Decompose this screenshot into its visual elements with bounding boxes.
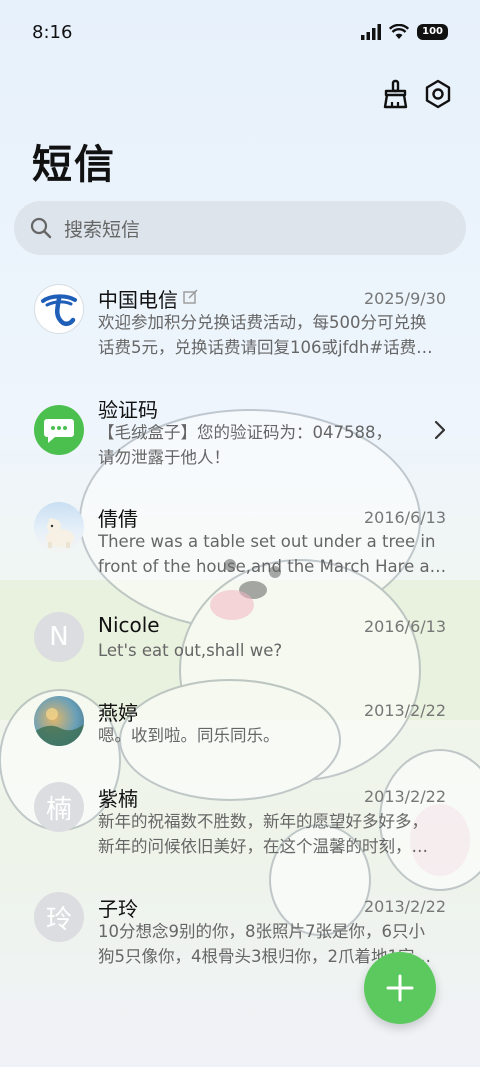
message-preview-line1: 欢迎参加积分兑换话费活动，每500分可兑换 (98, 313, 427, 332)
battery-indicator: 100 (417, 24, 448, 40)
conversation-item-nicole[interactable]: N Nicole 2016/6/13 Let's eat out,shall w… (0, 612, 480, 672)
verification-avatar (34, 405, 84, 455)
clean-brush-icon[interactable] (379, 78, 411, 110)
message-date: 2013/2/22 (363, 787, 446, 806)
letter-avatar: N (34, 612, 84, 662)
landscape-photo-icon (34, 708, 84, 746)
message-preview-line2: front of the house,and the March Hare an… (98, 557, 448, 576)
conversation-item-yanting[interactable]: 燕婷 2013/2/22 嗯。收到啦。同乐同乐。 (0, 696, 480, 756)
sender-name: 中国电信 (98, 288, 178, 312)
page-title: 短信 (32, 142, 116, 188)
message-date: 2016/6/13 (363, 617, 446, 636)
sender-name: 紫楠 (98, 787, 138, 811)
status-bar: 8:16 100 (0, 0, 480, 68)
message-date: 2013/2/22 (363, 897, 446, 916)
message-date: 2016/6/13 (363, 508, 446, 527)
message-preview-line1: 【毛绒盒子】您的验证码为：047588， (98, 423, 392, 442)
message-preview-line1: Let's eat out,shall we? (98, 641, 283, 660)
wifi-icon (389, 24, 410, 39)
new-message-button[interactable] (364, 952, 436, 1024)
sender-name: 燕婷 (98, 701, 138, 725)
status-time: 8:16 (32, 22, 73, 43)
status-icons: 100 (361, 24, 448, 40)
sender-name: 验证码 (98, 398, 158, 422)
message-date: 2013/2/22 (363, 701, 446, 720)
message-preview-line2: 话费5元，兑换话费请回复106或jfdh#话费… (98, 338, 433, 357)
china-telecom-logo-avatar (34, 284, 84, 334)
search-placeholder: 搜索短信 (64, 218, 141, 241)
message-date: 2025/9/30 (363, 289, 446, 308)
signal-icon (361, 24, 382, 40)
polar-bear-icon (46, 518, 74, 548)
message-preview-line1: 嗯。收到啦。同乐同乐。 (98, 726, 280, 745)
message-preview-line1: 10分想念9别的你，8张照片7张是你，6只小 (98, 922, 425, 941)
photo-avatar (34, 696, 84, 746)
letter-avatar: 楠 (34, 782, 84, 832)
letter-avatar: 玲 (34, 892, 84, 942)
polar-bear-avatar (34, 502, 84, 552)
china-telecom-logo-icon (41, 294, 77, 327)
conversation-item-zinan[interactable]: 楠 紫楠 2013/2/22 新年的祝福数不胜数，新年的愿望好多好多， 新年的问… (0, 782, 480, 872)
message-preview-line1: 新年的祝福数不胜数，新年的愿望好多好多， (98, 812, 428, 831)
sender-name: Nicole (98, 613, 160, 637)
plus-icon (386, 974, 414, 1002)
conversation-item-verification-code[interactable]: 验证码 【毛绒盒子】您的验证码为：047588， 请勿泄露于他人！ (0, 392, 480, 482)
settings-gear-icon[interactable] (422, 78, 454, 110)
sender-name: 子玲 (98, 897, 138, 921)
chevron-right-icon[interactable] (434, 420, 446, 440)
message-preview-line1: There was a table set out under a tree i… (98, 532, 436, 551)
conversation-item-qianqian[interactable]: 倩倩 2016/6/13 There was a table set out u… (0, 502, 480, 592)
message-preview-line2: 请勿泄露于他人！ (98, 448, 230, 467)
search-input[interactable]: 搜索短信 (14, 201, 466, 255)
conversation-item-china-telecom[interactable]: 中国电信 2025/9/30 欢迎参加积分兑换话费活动，每500分可兑换 话费5… (0, 282, 480, 378)
search-icon (30, 217, 52, 239)
edit-note-icon (183, 289, 198, 304)
chat-bubble-icon (44, 419, 74, 443)
sender-name: 倩倩 (98, 507, 138, 531)
message-preview-line2: 新年的问候依旧美好，在这个温馨的时刻，… (98, 837, 428, 856)
